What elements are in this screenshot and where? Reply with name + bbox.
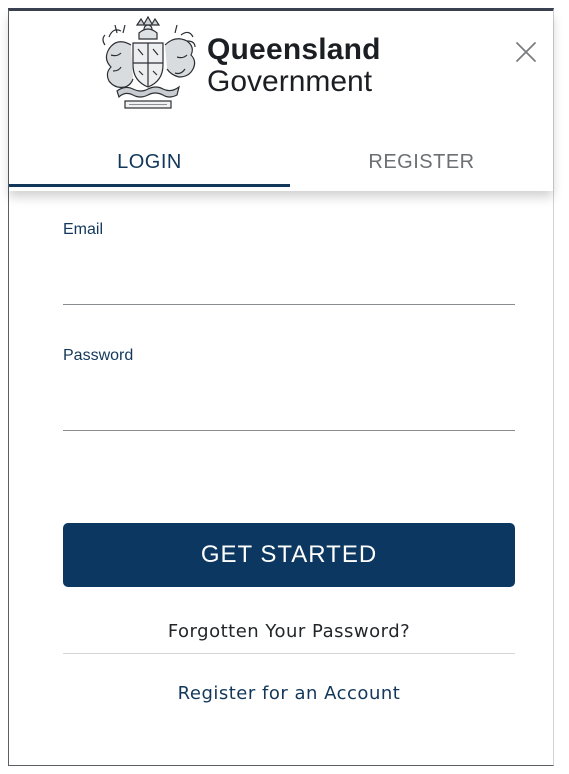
forgot-password-link[interactable]: Forgotten Your Password? xyxy=(63,621,515,642)
queensland-coat-of-arms-icon xyxy=(102,15,196,109)
queensland-government-logo: Queensland Government xyxy=(95,15,381,111)
email-block: Email xyxy=(63,221,515,305)
get-started-button[interactable]: GET STARTED xyxy=(63,523,515,587)
email-field[interactable] xyxy=(63,261,515,305)
password-field[interactable] xyxy=(63,387,515,431)
tab-login[interactable]: LOGIN xyxy=(9,139,290,187)
tab-register[interactable]: REGISTER xyxy=(290,139,553,187)
divider xyxy=(63,653,515,654)
login-dialog: Queensland Government LOGIN REGISTER Ema… xyxy=(8,8,554,766)
login-form: Email Password xyxy=(63,221,515,431)
password-block: Password xyxy=(63,347,515,431)
close-icon xyxy=(516,42,536,62)
close-button[interactable] xyxy=(509,35,543,69)
auth-tabs: LOGIN REGISTER xyxy=(9,139,553,187)
brand-wordmark: Queensland Government xyxy=(207,35,381,97)
brand-name-line2: Government xyxy=(207,65,373,98)
password-label: Password xyxy=(63,347,134,364)
email-label: Email xyxy=(63,221,104,238)
brand-name-line1: Queensland xyxy=(207,33,381,66)
register-account-link[interactable]: Register for an Account xyxy=(63,683,515,704)
dialog-header: Queensland Government LOGIN REGISTER xyxy=(9,11,553,191)
